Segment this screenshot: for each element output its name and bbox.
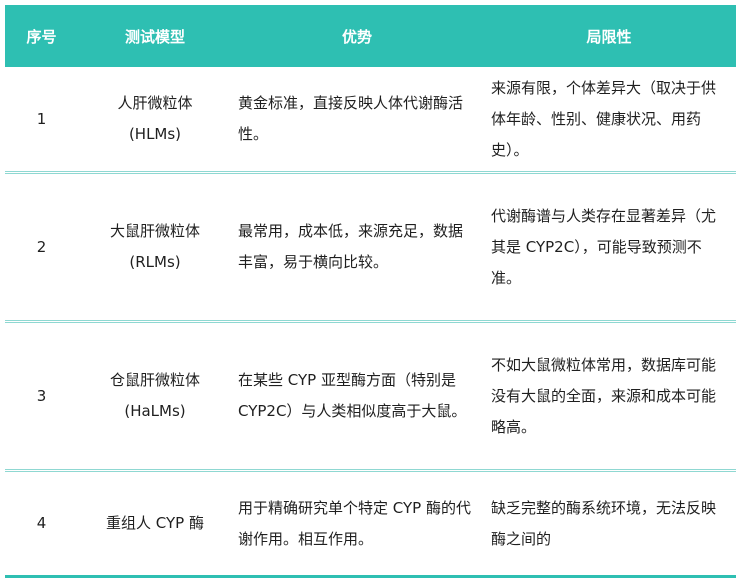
cell-model: 仓鼠肝微粒体 (HaLMs) — [78, 322, 232, 471]
cell-model: 人肝微粒体 (HLMs) — [78, 67, 232, 173]
header-row: 序号 测试模型 优势 局限性 — [5, 5, 736, 67]
header-advantage: 优势 — [232, 5, 482, 67]
table-row: 2 大鼠肝微粒体 (RLMs) 最常用，成本低，来源充足，数据丰富，易于横向比较… — [5, 173, 736, 322]
model-name: 大鼠肝微粒体 — [109, 222, 200, 240]
page: 序号 测试模型 优势 局限性 1 人肝微粒体 (HLMs) 黄金标准，直接反映人… — [0, 0, 741, 583]
model-name: 人肝微粒体 — [117, 94, 193, 112]
table-row: 4 重组人 CYP 酶 用于精确研究单个特定 CYP 酶的代谢作用。相互作用。 … — [5, 471, 736, 577]
cell-advantage: 最常用，成本低，来源充足，数据丰富，易于横向比较。 — [238, 222, 464, 271]
model-abbr: (HLMs) — [128, 125, 182, 143]
cell-limitation: 代谢酶谱与人类存在显著差异（尤其是 CYP2C），可能导致预测不准。 — [491, 206, 717, 287]
model-name: 仓鼠肝微粒体 — [109, 371, 200, 389]
model-abbr: (RLMs) — [129, 253, 181, 271]
table-row: 3 仓鼠肝微粒体 (HaLMs) 在某些 CYP 亚型酶方面（特别是 CYP2C… — [5, 322, 736, 471]
cell-advantage: 用于精确研究单个特定 CYP 酶的代谢作用。相互作用。 — [238, 498, 471, 548]
model-abbr: (HaLMs) — [124, 402, 186, 420]
cell-no: 2 — [36, 237, 47, 256]
cell-advantage: 黄金标准，直接反映人体代谢酶活性。 — [238, 94, 464, 143]
cell-limitation: 缺乏完整的酶系统环境，无法反映酶之间的 — [491, 498, 717, 548]
cell-limitation: 不如大鼠微粒体常用，数据库可能没有大鼠的全面，来源和成本可能略高。 — [491, 355, 717, 436]
header-no: 序号 — [5, 5, 78, 67]
model-name: 重组人 CYP 酶 — [106, 514, 204, 532]
header-model: 测试模型 — [78, 5, 232, 67]
cell-limitation: 来源有限，个体差异大（取决于供体年龄、性别、健康状况、用药史）。 — [491, 78, 717, 159]
comparison-table: 序号 测试模型 优势 局限性 1 人肝微粒体 (HLMs) 黄金标准，直接反映人… — [5, 5, 736, 578]
cell-advantage: 在某些 CYP 亚型酶方面（特别是 CYP2C）与人类相似度高于大鼠。 — [238, 371, 467, 420]
cell-no: 1 — [36, 109, 47, 128]
table-body: 1 人肝微粒体 (HLMs) 黄金标准，直接反映人体代谢酶活性。 来源有限，个体… — [5, 67, 736, 577]
cell-model: 大鼠肝微粒体 (RLMs) — [78, 173, 232, 322]
cell-no: 3 — [36, 386, 47, 405]
table-row: 1 人肝微粒体 (HLMs) 黄金标准，直接反映人体代谢酶活性。 来源有限，个体… — [5, 67, 736, 173]
cell-model: 重组人 CYP 酶 — [78, 471, 232, 577]
header-limitation: 局限性 — [482, 5, 736, 67]
table-header: 序号 测试模型 优势 局限性 — [5, 5, 736, 67]
cell-no: 4 — [36, 514, 47, 532]
